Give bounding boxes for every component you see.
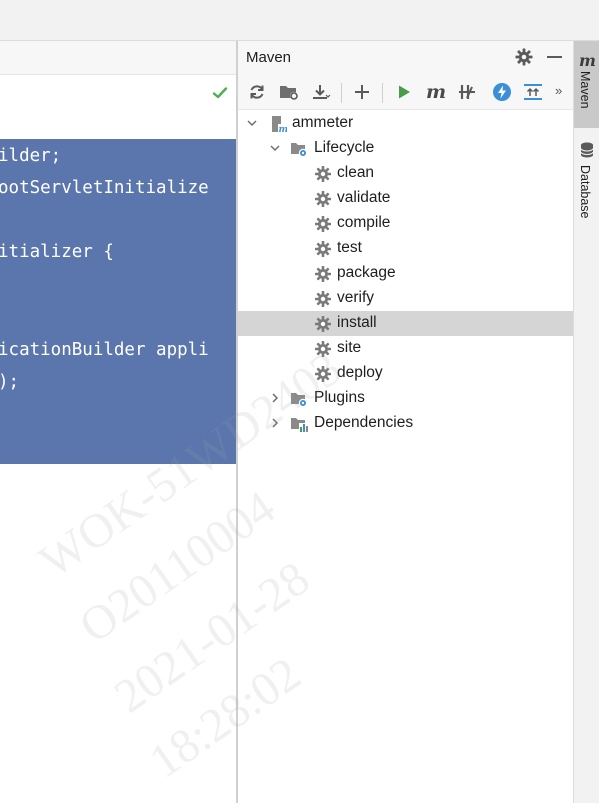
top-strip xyxy=(0,0,599,41)
maven-tab-label: Maven xyxy=(578,71,592,109)
gear-icon xyxy=(314,315,332,333)
gear-icon xyxy=(314,240,332,258)
code-line: ootServletInitialize xyxy=(0,178,209,198)
check-icon xyxy=(212,87,228,99)
code-line: ); xyxy=(0,372,20,392)
database-tab-label: Database xyxy=(578,165,592,219)
reload-button[interactable] xyxy=(244,79,270,105)
execute-goal-button[interactable]: m xyxy=(423,79,449,105)
tree-node-phase-compile[interactable]: compile xyxy=(238,211,573,236)
selected-code[interactable]: ilder; ootServletInitialize itializer { … xyxy=(0,139,236,464)
tree-node-phase-site[interactable]: site xyxy=(238,336,573,361)
maven-toolbar: m » xyxy=(238,75,573,110)
skip-tests-button[interactable] xyxy=(455,79,481,105)
tree-label: compile xyxy=(337,214,391,231)
minimize-button[interactable] xyxy=(547,56,562,58)
code-line: itializer { xyxy=(0,242,114,262)
chevron-right-icon[interactable] xyxy=(269,417,281,429)
run-icon xyxy=(399,85,410,99)
database-tool-tab[interactable]: Database xyxy=(574,133,599,223)
more-actions-button[interactable]: » xyxy=(555,83,562,98)
gear-icon xyxy=(314,190,332,208)
tree-label: install xyxy=(337,314,377,331)
chevron-down-icon[interactable] xyxy=(269,142,281,154)
dependencies-icon xyxy=(291,418,308,432)
add-maven-project-button[interactable] xyxy=(276,79,302,105)
editor-header xyxy=(0,41,237,75)
run-button[interactable] xyxy=(391,79,417,105)
maven-panel: Maven m » ammeter Lifecycle clean valida… xyxy=(238,41,573,803)
add-folder-icon xyxy=(280,86,298,100)
gear-icon[interactable] xyxy=(515,48,533,66)
gear-icon xyxy=(314,165,332,183)
maven-goal-icon: m xyxy=(425,81,447,103)
folder-gear-icon xyxy=(291,393,308,408)
tree-label: Lifecycle xyxy=(314,139,375,156)
tree-label: deploy xyxy=(337,364,383,381)
maven-icon: m xyxy=(579,51,596,70)
tree-label: package xyxy=(337,264,396,281)
svg-text:m: m xyxy=(279,125,288,133)
tree-node-phase-verify[interactable]: verify xyxy=(238,286,573,311)
right-tool-stripe: m Maven Database xyxy=(573,41,599,803)
tree-node-dependencies[interactable]: Dependencies xyxy=(238,411,573,436)
tree-label: Plugins xyxy=(314,389,365,406)
chevron-down-icon[interactable] xyxy=(246,117,258,129)
tree-node-plugins[interactable]: Plugins xyxy=(238,386,573,411)
plus-icon xyxy=(355,85,369,99)
lightning-icon xyxy=(493,83,511,101)
folder-gear-icon xyxy=(291,143,308,158)
tree-node-phase-package[interactable]: package xyxy=(238,261,573,286)
tree-node-phase-clean[interactable]: clean xyxy=(238,161,573,186)
download-sources-button[interactable] xyxy=(308,79,334,105)
download-icon xyxy=(313,85,331,99)
code-line: icationBuilder appli xyxy=(0,340,209,360)
gear-icon xyxy=(314,365,332,383)
code-editor[interactable]: ilder; ootServletInitialize itializer { … xyxy=(0,41,237,803)
skip-tests-icon xyxy=(459,85,475,99)
tree-label: validate xyxy=(337,189,391,206)
gear-icon xyxy=(314,290,332,308)
tree-node-project[interactable]: m ammeter xyxy=(238,111,573,136)
tree-node-phase-deploy[interactable]: deploy xyxy=(238,361,573,386)
tree-label: test xyxy=(337,239,362,256)
tree-label: clean xyxy=(337,164,375,181)
tree-node-phase-validate[interactable]: validate xyxy=(238,186,573,211)
maven-title: Maven xyxy=(246,49,292,66)
tree-label: ammeter xyxy=(292,114,354,131)
tree-label: site xyxy=(337,339,362,356)
maven-tool-tab[interactable]: m Maven xyxy=(574,41,599,128)
gear-icon xyxy=(314,215,332,233)
reload-icon xyxy=(250,85,264,99)
database-icon xyxy=(580,142,594,158)
add-button[interactable] xyxy=(349,79,375,105)
chevron-right-icon[interactable] xyxy=(269,392,281,404)
tree-label: verify xyxy=(337,289,375,306)
offline-mode-button[interactable] xyxy=(489,79,515,105)
maven-header: Maven xyxy=(238,41,573,75)
code-line: ilder; xyxy=(0,146,62,166)
toolbar-separator xyxy=(341,83,342,103)
maven-project-icon: m xyxy=(272,116,288,133)
toolbar-separator xyxy=(382,83,383,103)
tree-node-phase-install[interactable]: install xyxy=(238,311,573,336)
collapse-icon xyxy=(524,84,542,100)
tree-label: Dependencies xyxy=(314,414,414,431)
gear-icon xyxy=(314,340,332,358)
tree-node-lifecycle[interactable]: Lifecycle xyxy=(238,136,573,161)
collapse-all-button[interactable] xyxy=(520,79,546,105)
gear-icon xyxy=(314,265,332,283)
tree-node-phase-test[interactable]: test xyxy=(238,236,573,261)
